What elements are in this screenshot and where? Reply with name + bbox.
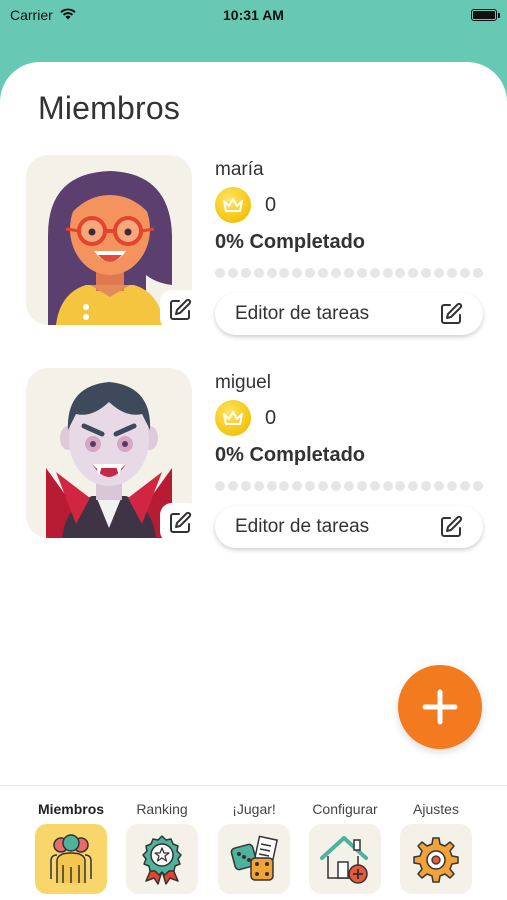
dice-icon [230,835,278,881]
carrier-label: Carrier [10,7,53,23]
tab-label: ¡Jugar! [232,801,276,817]
progress-dots [215,480,483,492]
tab-label: Ranking [136,801,188,817]
gear-icon [413,837,459,883]
tab-ranking[interactable]: Ranking [116,786,208,900]
coin-count: 0 [265,193,277,216]
wifi-icon [59,7,77,23]
task-editor-label: Editor de tareas [235,303,370,324]
coin-row: 0 [215,400,276,436]
task-editor-button[interactable]: Editor de tareas [215,293,483,335]
crown-coin-icon [215,400,251,436]
edit-icon [170,298,192,320]
tab-ajustes[interactable]: Ajustes [390,786,482,900]
completion-text: 0% Completado [215,444,366,466]
ranking-badge-icon [142,835,182,885]
add-member-button[interactable] [398,665,482,749]
tab-label: Miembros [37,801,105,817]
edit-icon [170,511,192,533]
battery-icon [471,9,500,21]
completion-text: 0% Completado [215,231,366,253]
tab-label: Ajustes [413,801,459,817]
tab-miembros[interactable]: Miembros [25,786,117,900]
page-title: Miembros [38,90,181,126]
avatar-edit-button[interactable] [160,290,200,330]
member-name: miguel [215,372,271,393]
task-editor-button[interactable]: Editor de tareas [215,506,483,548]
main-sheet: Miembros maría 0 0% Completado Editor de… [0,62,507,900]
plus-icon [422,689,458,725]
status-bar: Carrier 10:31 AM [0,0,507,30]
tab-configurar[interactable]: Configurar [299,786,391,900]
tab-label: Configurar [312,801,378,817]
house-config-icon [320,836,368,884]
tab-bar: Miembros Ranking ¡Jugar! Configurar Ajus… [0,785,507,900]
task-editor-label: Editor de tareas [235,516,370,537]
member-name: maría [215,159,264,180]
coin-row: 0 [215,187,276,223]
member-card-maria: maría 0 0% Completado Editor de tareas [0,155,507,345]
progress-dots [215,267,483,279]
avatar-edit-button[interactable] [160,503,200,543]
members-icon [50,834,92,883]
tab-jugar[interactable]: ¡Jugar! [208,786,300,900]
edit-icon [441,302,463,324]
crown-coin-icon [215,187,251,223]
status-left: Carrier [10,7,77,23]
coin-count: 0 [265,406,277,429]
member-card-miguel: miguel 0 0% Completado Editor de tareas [0,368,507,558]
edit-icon [441,515,463,537]
